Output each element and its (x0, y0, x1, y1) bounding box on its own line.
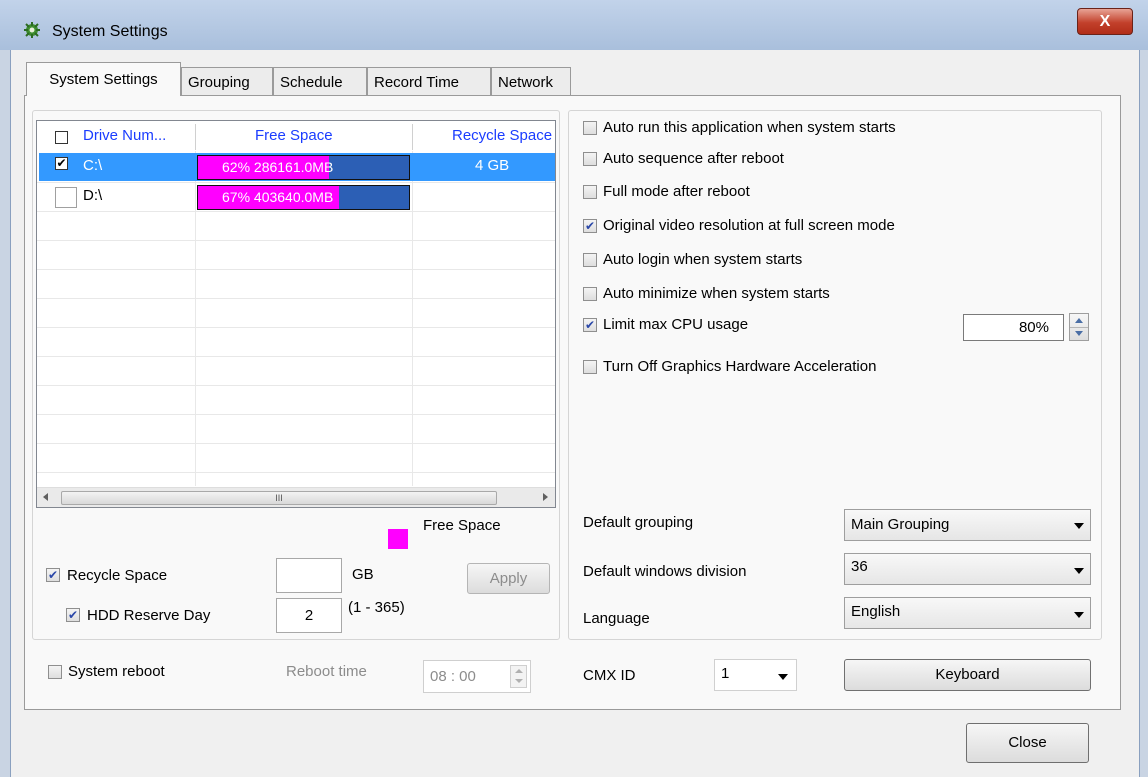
cmx-id-dropdown[interactable]: 1 (714, 659, 797, 691)
hdd-reserve-range: (1 - 365) (348, 599, 405, 616)
default-grouping-dropdown[interactable]: Main Grouping (844, 509, 1091, 541)
reboot-time-value: 08 : 00 (430, 668, 476, 685)
free-space-legend-label: Free Space (423, 517, 501, 534)
column-header-drive[interactable]: Drive Num... (83, 121, 166, 151)
hdd-reserve-label: HDD Reserve Day (87, 607, 211, 624)
recycle-space-checkbox[interactable]: ✔ (46, 568, 60, 582)
row-checkbox[interactable] (55, 187, 77, 208)
default-grouping-value: Main Grouping (851, 516, 950, 533)
auto-minimize-checkbox[interactable] (583, 287, 597, 301)
auto-run-checkbox[interactable] (583, 121, 597, 135)
auto-login-checkbox[interactable] (583, 253, 597, 267)
window-close-button[interactable]: X (1077, 8, 1133, 35)
hdd-reserve-input[interactable]: 2 (276, 598, 342, 633)
spin-down-icon[interactable] (515, 679, 523, 683)
keyboard-button[interactable]: Keyboard (844, 659, 1091, 691)
limit-cpu-label: Limit max CPU usage (603, 316, 749, 333)
scroll-thumb[interactable]: III (61, 491, 497, 505)
language-label: Language (583, 610, 650, 627)
graphics-accel-checkbox[interactable] (583, 360, 597, 374)
horizontal-scrollbar[interactable]: III (37, 487, 555, 507)
cpu-limit-spinner[interactable] (1069, 313, 1089, 341)
chevron-down-icon (1074, 612, 1084, 618)
auto-sequence-label: Auto sequence after reboot (603, 150, 784, 167)
window-title: System Settings (52, 23, 168, 40)
tab-network[interactable]: Network (491, 67, 571, 95)
select-all-checkbox[interactable] (55, 131, 68, 144)
chevron-down-icon (1074, 568, 1084, 574)
cpu-limit-input[interactable]: 80% (963, 314, 1064, 341)
drive-list[interactable]: Drive Num... Free Space Recycle Space ✔ … (36, 120, 556, 508)
title-bar[interactable] (0, 0, 1148, 50)
drive-name: D:\ (83, 187, 103, 204)
row-checkbox[interactable]: ✔ (55, 157, 68, 170)
tab-system-settings[interactable]: System Settings (26, 62, 181, 96)
reboot-time-input[interactable]: 08 : 00 (423, 660, 531, 693)
auto-login-label: Auto login when system starts (603, 251, 803, 268)
reboot-time-label: Reboot time (286, 663, 367, 680)
drive-name: C:\ (83, 157, 103, 174)
default-division-label: Default windows division (583, 563, 747, 580)
tab-grouping[interactable]: Grouping (181, 67, 273, 95)
scroll-right-icon[interactable] (543, 493, 548, 501)
system-reboot-label: System reboot (68, 663, 165, 680)
default-grouping-label: Default grouping (583, 514, 694, 531)
chevron-down-icon (778, 674, 788, 680)
tab-schedule[interactable]: Schedule (273, 67, 367, 95)
free-space-text: 62% 286161.0MB (222, 159, 334, 175)
app-gear-icon (24, 22, 40, 38)
column-header-free-space[interactable]: Free Space (255, 121, 333, 151)
column-header-recycle-space[interactable]: Recycle Space (452, 121, 556, 151)
free-space-text: 67% 403640.0MB (222, 189, 334, 205)
apply-button[interactable]: Apply (467, 563, 550, 594)
spin-down-icon[interactable] (1075, 331, 1083, 336)
recycle-value: 4 GB (475, 157, 510, 174)
scroll-left-icon[interactable] (43, 493, 48, 501)
auto-minimize-label: Auto minimize when system starts (603, 285, 830, 302)
chevron-down-icon (1074, 523, 1084, 529)
original-resolution-label: Original video resolution at full screen… (603, 217, 895, 234)
language-value: English (851, 603, 901, 620)
auto-sequence-checkbox[interactable] (583, 152, 597, 166)
full-mode-label: Full mode after reboot (603, 183, 750, 200)
reboot-time-spinner[interactable] (510, 665, 527, 688)
recycle-space-label: Recycle Space (67, 567, 168, 584)
recycle-space-input[interactable] (276, 558, 342, 593)
free-space-legend-swatch (388, 529, 408, 549)
close-button[interactable]: Close (966, 723, 1089, 763)
original-resolution-checkbox[interactable]: ✔ (583, 219, 597, 233)
spin-up-icon[interactable] (515, 669, 523, 673)
cmx-id-value: 1 (721, 665, 730, 682)
table-row[interactable]: ✔ C:\ 62% 286161.0MB 4 GB (39, 153, 555, 181)
auto-run-label: Auto run this application when system st… (603, 119, 896, 136)
cmx-id-label: CMX ID (583, 667, 636, 684)
hdd-reserve-checkbox[interactable]: ✔ (66, 608, 80, 622)
language-dropdown[interactable]: English (844, 597, 1091, 629)
tab-record-time[interactable]: Record Time (367, 67, 491, 95)
limit-cpu-checkbox[interactable]: ✔ (583, 318, 597, 332)
table-row[interactable]: D:\ 67% 403640.0MB (39, 182, 555, 210)
recycle-unit-label: GB (352, 566, 374, 583)
spin-up-icon[interactable] (1075, 318, 1083, 323)
graphics-accel-label: Turn Off Graphics Hardware Acceleration (603, 358, 877, 375)
free-space-bar: 67% 403640.0MB (197, 185, 410, 210)
full-mode-checkbox[interactable] (583, 185, 597, 199)
system-reboot-checkbox[interactable] (48, 665, 62, 679)
free-space-bar: 62% 286161.0MB (197, 155, 410, 180)
default-division-value: 36 (851, 558, 868, 575)
default-division-dropdown[interactable]: 36 (844, 553, 1091, 585)
